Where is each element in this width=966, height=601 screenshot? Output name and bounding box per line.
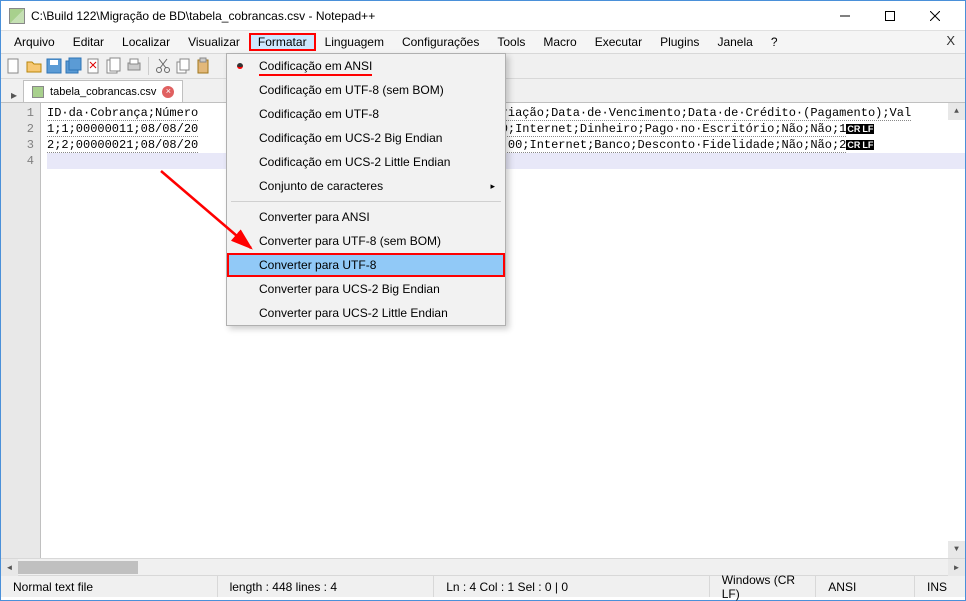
close-file-icon[interactable] <box>85 57 103 75</box>
menu-item-label: Conjunto de caracteres <box>259 179 383 193</box>
menu-janela[interactable]: Janela <box>708 33 761 51</box>
menu-item-label: Codificação em UTF-8 (sem BOM) <box>259 83 444 97</box>
horizontal-scrollbar[interactable]: ◄ ► <box>1 558 965 575</box>
close-all-icon[interactable] <box>105 57 123 75</box>
menu-item[interactable]: Converter para UCS-2 Big Endian <box>227 277 505 301</box>
title-bar: C:\Build 122\Migração de BD\tabela_cobra… <box>1 1 965 31</box>
app-icon <box>9 8 25 24</box>
editor-line: 1;1;00000011;08/08/20 0;Internet;Dinheir… <box>47 121 965 137</box>
copy-icon[interactable] <box>174 57 192 75</box>
bullet-icon <box>237 63 243 69</box>
menu-executar[interactable]: Executar <box>586 33 651 51</box>
line-number: 3 <box>1 137 34 153</box>
file-tab[interactable]: tabela_cobrancas.csv × <box>23 80 183 102</box>
minimize-icon <box>840 11 850 21</box>
menubar-x-icon[interactable]: X <box>946 33 955 48</box>
minimize-button[interactable] <box>822 2 867 30</box>
line-number: 2 <box>1 121 34 137</box>
maximize-button[interactable] <box>867 2 912 30</box>
menu-bar: Arquivo Editar Localizar Visualizar Form… <box>1 31 965 53</box>
status-bar: Normal text file length : 448 lines : 4 … <box>1 575 965 597</box>
toolbar-separator <box>148 57 149 75</box>
save-icon[interactable] <box>45 57 63 75</box>
menu-item[interactable]: Conjunto de caracteres ▸ <box>227 174 505 198</box>
close-icon <box>930 11 940 21</box>
vscroll-up-icon[interactable]: ▲ <box>948 103 965 120</box>
hscroll-left-icon[interactable]: ◄ <box>1 559 18 576</box>
cut-icon[interactable] <box>154 57 172 75</box>
status-position: Ln : 4 Col : 1 Sel : 0 | 0 <box>434 576 710 597</box>
menu-editar[interactable]: Editar <box>64 33 113 51</box>
menu-item[interactable]: Converter para ANSI <box>227 205 505 229</box>
menu-item-label: Converter para UTF-8 <box>259 258 376 272</box>
status-eol: Windows (CR LF) <box>710 576 817 597</box>
vscroll-down-icon[interactable]: ▼ <box>948 541 965 558</box>
editor-line: 2;2;00000021;08/08/20 .00;Internet;Banco… <box>47 137 965 153</box>
window-controls <box>822 2 957 30</box>
menu-item-label: Converter para ANSI <box>259 210 370 224</box>
tab-close-icon[interactable]: × <box>162 86 174 98</box>
menu-help[interactable]: ? <box>762 33 787 51</box>
new-file-icon[interactable] <box>5 57 23 75</box>
menu-item[interactable]: Converter para UCS-2 Little Endian <box>227 301 505 325</box>
menu-item-label: Converter para UCS-2 Big Endian <box>259 282 440 296</box>
menu-macro[interactable]: Macro <box>534 33 585 51</box>
menu-configuracoes[interactable]: Configurações <box>393 33 488 51</box>
print-icon[interactable] <box>125 57 143 75</box>
menu-linguagem[interactable]: Linguagem <box>316 33 393 51</box>
menu-item-label: Converter para UCS-2 Little Endian <box>259 306 448 320</box>
hscroll-right-icon[interactable]: ► <box>948 559 965 576</box>
menu-localizar[interactable]: Localizar <box>113 33 179 51</box>
menu-item[interactable]: Converter para UTF-8 (sem BOM) <box>227 229 505 253</box>
menu-plugins[interactable]: Plugins <box>651 33 708 51</box>
window-title: C:\Build 122\Migração de BD\tabela_cobra… <box>31 9 822 23</box>
menu-visualizar[interactable]: Visualizar <box>179 33 249 51</box>
editor-line: ID·da·Cobrança;Número riação;Data·de·Ven… <box>47 105 965 121</box>
menu-item[interactable]: Codificação em UCS-2 Little Endian <box>227 150 505 174</box>
file-tab-label: tabela_cobrancas.csv <box>50 86 156 98</box>
close-button[interactable] <box>912 2 957 30</box>
submenu-arrow-icon: ▸ <box>490 181 495 192</box>
hscroll-thumb[interactable] <box>18 561 138 574</box>
save-all-icon[interactable] <box>65 57 83 75</box>
menu-formatar[interactable]: Formatar <box>249 33 316 51</box>
menu-item[interactable]: Codificação em UTF-8 <box>227 102 505 126</box>
menu-item-label: Codificação em UCS-2 Little Endian <box>259 155 450 169</box>
status-length: length : 448 lines : 4 <box>218 576 435 597</box>
tab-scroll-left-icon[interactable]: ▸ <box>5 88 23 102</box>
menu-item[interactable]: Codificação em ANSI <box>227 54 505 78</box>
menu-item[interactable]: Codificação em UTF-8 (sem BOM) <box>227 78 505 102</box>
menu-separator <box>231 201 501 202</box>
paste-icon[interactable] <box>194 57 212 75</box>
maximize-icon <box>885 11 895 21</box>
open-file-icon[interactable] <box>25 57 43 75</box>
menu-item-label: Codificação em ANSI <box>259 59 372 76</box>
line-number: 1 <box>1 105 34 121</box>
menu-item[interactable]: Converter para UTF-8 <box>227 253 505 277</box>
menu-arquivo[interactable]: Arquivo <box>5 33 64 51</box>
menu-item-label: Converter para UTF-8 (sem BOM) <box>259 234 441 248</box>
file-tab-icon <box>32 86 44 98</box>
menu-tools[interactable]: Tools <box>488 33 534 51</box>
editor-line <box>47 153 965 169</box>
line-number-gutter: 1 2 3 4 <box>1 103 41 558</box>
status-ins: INS <box>915 576 965 597</box>
status-encoding: ANSI <box>816 576 915 597</box>
menu-item[interactable]: Codificação em UCS-2 Big Endian <box>227 126 505 150</box>
menu-item-label: Codificação em UCS-2 Big Endian <box>259 131 442 145</box>
menu-item-label: Codificação em UTF-8 <box>259 107 379 121</box>
line-number: 4 <box>1 153 34 169</box>
status-file-type: Normal text file <box>1 576 218 597</box>
formatar-dropdown: Codificação em ANSI Codificação em UTF-8 … <box>226 53 506 326</box>
